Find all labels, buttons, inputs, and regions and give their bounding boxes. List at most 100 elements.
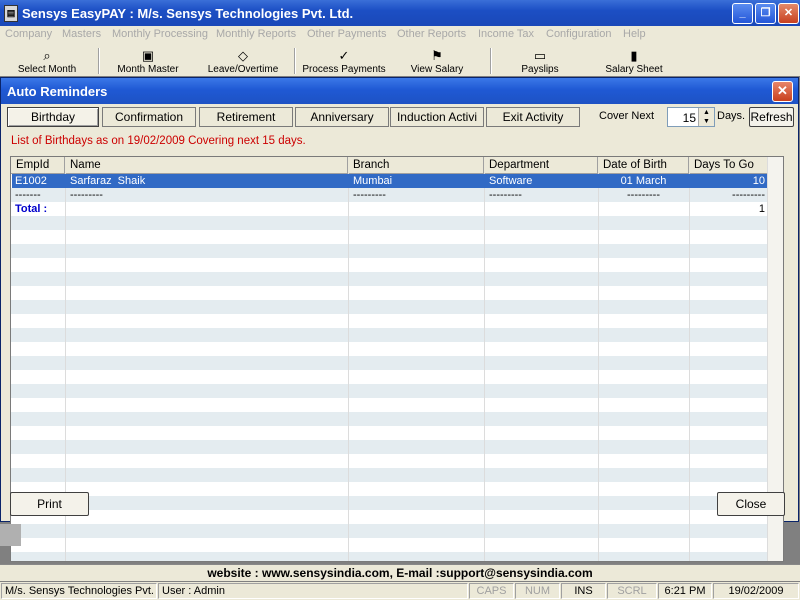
cell-branch: Mumbai (353, 175, 393, 187)
total-value: 1 (758, 203, 765, 215)
toolbar-separator (490, 48, 492, 74)
tab-confirmation[interactable]: Confirmation (102, 107, 196, 127)
tool-process-payments[interactable]: ✓ Process Payments (298, 48, 390, 75)
salary-icon: ⚑ (431, 48, 443, 63)
close-label: Close (735, 497, 767, 511)
col-date-of-birth[interactable]: Date of Birth (598, 157, 689, 173)
row-stripe (11, 258, 769, 272)
menu-monthly-reports[interactable]: Monthly Reports (216, 28, 296, 40)
birthday-info-text: List of Birthdays as on 19/02/2009 Cover… (11, 135, 306, 147)
status-company: M/s. Sensys Technologies Pvt. (1, 583, 157, 599)
row-stripe (11, 328, 769, 342)
col-name[interactable]: Name (65, 157, 348, 173)
status-num: NUM (515, 583, 560, 599)
row-stripe (11, 244, 769, 258)
tab-birthday[interactable]: Birthday (7, 107, 99, 127)
separator-name: --------- (70, 189, 103, 201)
tab-induction-activity[interactable]: Induction Activi (390, 107, 484, 127)
row-stripe (11, 482, 769, 496)
menu-configuration[interactable]: Configuration (546, 28, 611, 40)
cover-next-value[interactable]: 15 (683, 111, 696, 125)
tool-label: Process Payments (302, 64, 386, 75)
close-button[interactable]: Close (717, 492, 785, 516)
tab-exit-activity[interactable]: Exit Activity (486, 107, 580, 127)
tool-label: Select Month (17, 64, 77, 75)
calendar-icon: ▣ (141, 48, 155, 63)
status-bar: M/s. Sensys Technologies Pvt. User : Adm… (0, 582, 800, 600)
row-stripe (11, 300, 769, 314)
status-caps: CAPS (469, 583, 514, 599)
sheet-icon: ▮ (630, 48, 638, 63)
tab-anniversary[interactable]: Anniversary (295, 107, 389, 127)
status-date: 19/02/2009 (713, 583, 799, 599)
grid-line (689, 173, 690, 561)
dialog-close-icon[interactable]: ✕ (772, 81, 793, 102)
tab-retirement[interactable]: Retirement (199, 107, 293, 127)
cover-next-spinner[interactable]: 15 ▲ ▼ (667, 107, 715, 127)
row-stripe (11, 426, 769, 440)
col-days-to-go[interactable]: Days To Go (689, 157, 771, 173)
tool-label: Payslips (521, 64, 559, 75)
print-button[interactable]: Print (10, 492, 89, 516)
menu-company[interactable]: Company (5, 28, 52, 40)
row-stripe (11, 538, 769, 552)
row-stripe (11, 440, 769, 454)
print-label: Print (37, 497, 62, 511)
row-stripe (11, 216, 769, 230)
row-stripe (11, 370, 769, 384)
status-ins: INS (561, 583, 606, 599)
row-stripe (11, 286, 769, 300)
col-branch[interactable]: Branch (348, 157, 484, 173)
dialog-title: Auto Reminders (7, 84, 108, 99)
status-user: User : Admin (158, 583, 468, 599)
tool-payslips[interactable]: ▭ Payslips (510, 48, 570, 75)
spinner-arrows-icon[interactable]: ▲ ▼ (698, 108, 714, 126)
menu-help[interactable]: Help (623, 28, 646, 40)
tool-label: Month Master (117, 64, 179, 75)
row-stripe (11, 510, 769, 524)
total-label: Total : (15, 203, 48, 215)
tool-label: View Salary (410, 64, 464, 75)
menu-masters[interactable]: Masters (62, 28, 101, 40)
row-stripe (11, 398, 769, 412)
cell-dob: 01 March (620, 175, 667, 187)
row-stripe (11, 384, 769, 398)
menu-other-reports[interactable]: Other Reports (397, 28, 466, 40)
grid-header: EmpId Name Branch Department Date of Bir… (11, 157, 783, 174)
days-label: Days. (717, 110, 746, 122)
maximize-button[interactable]: ❐ (755, 3, 776, 24)
row-stripe (11, 412, 769, 426)
row-stripe (11, 468, 769, 482)
col-empid[interactable]: EmpId (11, 157, 65, 173)
payslip-icon: ▭ (533, 48, 547, 63)
row-stripe (11, 356, 769, 370)
menu-income-tax[interactable]: Income Tax (478, 28, 534, 40)
tool-leave-overtime[interactable]: ◇ Leave/Overtime (202, 48, 284, 75)
toolbar: ⌕ Select Month ▣ Month Master ◇ Leave/Ov… (0, 44, 800, 76)
menu-other-payments[interactable]: Other Payments (307, 28, 386, 40)
tool-label: Leave/Overtime (207, 64, 279, 75)
checkmark-icon: ✓ (338, 48, 350, 63)
cell-days-to-go: 10 (752, 175, 765, 187)
background-panel (0, 524, 21, 546)
tool-select-month[interactable]: ⌕ Select Month (14, 48, 80, 75)
refresh-button[interactable]: Refresh (749, 107, 794, 127)
minimize-button[interactable]: _ (732, 3, 753, 24)
app-title: Sensys EasyPAY : M/s. Sensys Technologie… (22, 6, 354, 21)
status-scrl: SCRL (607, 583, 657, 599)
separator-branch: --------- (353, 189, 386, 201)
row-stripe (11, 272, 769, 286)
tool-month-master[interactable]: ▣ Month Master (112, 48, 184, 75)
magnifier-icon: ⌕ (43, 48, 51, 63)
tool-salary-sheet[interactable]: ▮ Salary Sheet (598, 48, 670, 75)
status-time: 6:21 PM (658, 583, 712, 599)
col-department[interactable]: Department (484, 157, 598, 173)
cover-next-label: Cover Next (599, 110, 655, 122)
reminders-grid[interactable]: EmpId Name Branch Department Date of Bir… (10, 156, 784, 562)
menu-monthly-processing[interactable]: Monthly Processing (112, 28, 208, 40)
separator-days: --------- (732, 189, 765, 201)
separator-department: --------- (489, 189, 522, 201)
app-close-button[interactable]: ✕ (778, 3, 799, 24)
app-icon: ▤ (4, 5, 18, 22)
tool-view-salary[interactable]: ⚑ View Salary (404, 48, 470, 75)
